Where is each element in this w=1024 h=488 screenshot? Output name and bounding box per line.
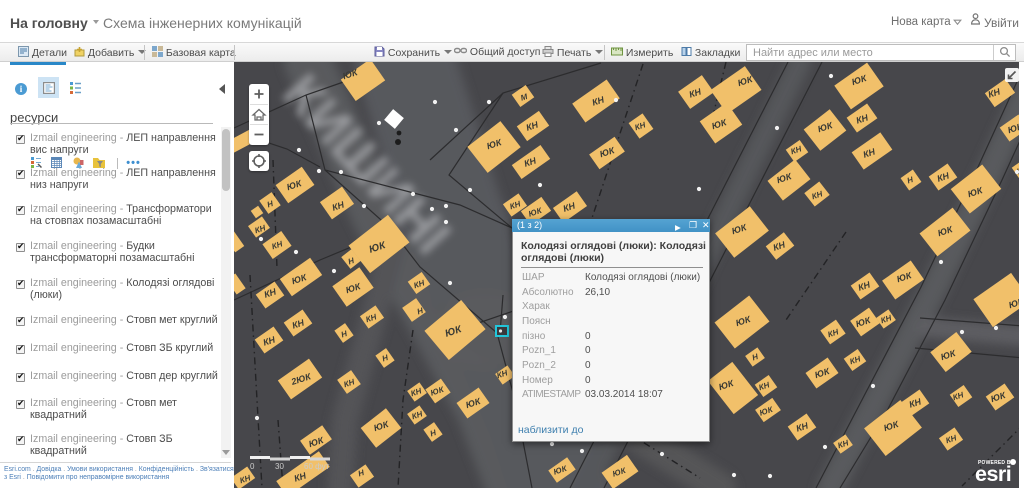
svg-text:0: 0	[250, 462, 255, 471]
svg-text:60 фут: 60 фут	[304, 462, 330, 471]
svg-text:30: 30	[275, 462, 284, 471]
svg-text:esri: esri	[975, 462, 1011, 486]
